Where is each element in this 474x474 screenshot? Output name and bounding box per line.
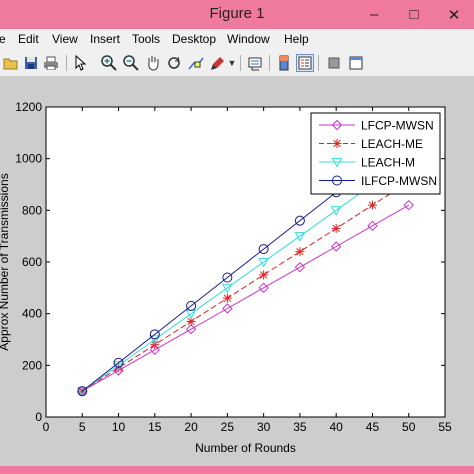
legend-label-leach-me: LEACH-ME [361,137,423,151]
x-tick-label: 10 [112,420,126,434]
y-axis-label: Approx Number of Transmissions [0,173,11,350]
legend-label-lfcp-mwsn: LFCP-MWSN [361,119,434,133]
x-tick-label: 25 [221,420,235,434]
link-icon[interactable] [247,54,265,72]
x-axis-label: Number of Rounds [195,441,296,455]
close-button[interactable]: ✕ [434,0,474,29]
y-tick-label: 400 [22,307,42,321]
line-chart: 0 5 10 15 20 25 30 35 40 45 50 55 0 200 400 600 800 1000 1… [0,100,452,455]
x-tick-label: 50 [402,420,416,434]
x-tick-label: 30 [257,420,271,434]
toolbar-separator [269,55,270,71]
open-icon[interactable] [2,54,20,72]
figure-canvas: 0 5 10 15 20 25 30 35 40 45 50 55 0 200 400 600 800 1000 1… [0,77,474,468]
legend-label-leach-m: LEACH-M [361,156,415,170]
dropdown-icon[interactable]: ▼ [226,54,238,72]
toolbar-separator [240,55,241,71]
data-point-leach-me [367,200,377,210]
data-point-leach-me [259,270,269,280]
menu-bar: e Edit View Insert Tools Desktop Window … [0,29,474,50]
x-tick-label: 55 [438,420,452,434]
data-point-leach-me [295,247,305,257]
x-tick-label: 5 [79,420,86,434]
x-tick-label: 15 [148,420,162,434]
zoom-in-icon[interactable] [100,54,118,72]
pan-icon[interactable] [144,54,162,72]
legend[interactable]: LFCP-MWSN LEACH-ME LEACH-M ILFCP-MWSN [310,112,441,195]
maximize-button[interactable]: □ [394,0,434,29]
data-point-leach-me [222,293,232,303]
minimize-button[interactable]: – [354,0,394,29]
dock-icon[interactable] [347,54,365,72]
y-tick-label: 600 [22,255,42,269]
toolbar: ▼ [0,50,474,77]
x-tick-label: 40 [330,420,344,434]
menu-edit[interactable]: Edit [18,32,39,46]
menu-window[interactable]: Window [227,32,270,46]
legend-icon[interactable] [296,54,314,72]
y-tick-label: 200 [22,358,42,372]
rotate-icon[interactable] [165,54,183,72]
menu-tools[interactable]: Tools [132,32,160,46]
hide-tools-icon[interactable] [325,54,343,72]
toolbar-separator [318,55,319,71]
title-bar: Figure 1 – □ ✕ [0,0,474,29]
y-tick-label: 0 [35,410,42,424]
x-tick-label: 35 [293,420,307,434]
pointer-icon[interactable] [72,54,90,72]
save-icon[interactable] [22,54,40,72]
x-tick-label: 20 [184,420,198,434]
menu-insert[interactable]: Insert [90,32,120,46]
zoom-out-icon[interactable] [122,54,140,72]
legend-marker-leach-me [332,139,342,148]
data-point-leach-me [331,223,341,233]
window-bottom-edge [0,466,474,474]
brush-icon[interactable] [209,54,227,72]
data-cursor-icon[interactable] [187,54,205,72]
menu-view[interactable]: View [52,32,78,46]
menu-file[interactable]: e [0,32,6,46]
x-tick-label: 45 [366,420,380,434]
print-icon[interactable] [42,54,60,72]
colorbar-icon[interactable] [275,54,293,72]
toolbar-separator [66,55,67,71]
menu-desktop[interactable]: Desktop [172,32,216,46]
legend-label-ilfcp-mwsn: ILFCP-MWSN [361,174,437,188]
y-tick-label: 800 [22,203,42,217]
menu-help[interactable]: Help [284,32,309,46]
y-tick-label: 1200 [15,100,42,114]
y-tick-label: 1000 [15,152,42,166]
x-tick-label: 0 [43,420,50,434]
